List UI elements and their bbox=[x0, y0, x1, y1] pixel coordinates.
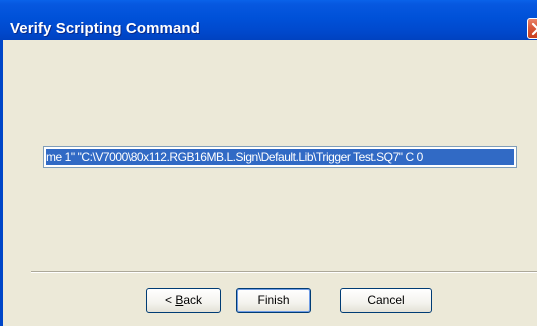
scripting-command-text: me 1" "C:\V7000\80x112.RGB16MB.L.Sign\De… bbox=[46, 150, 423, 164]
verify-scripting-command-dialog: Verify Scripting Command me 1" "C:\V7000… bbox=[0, 0, 537, 326]
button-separator bbox=[31, 271, 537, 273]
finish-button[interactable]: Finish bbox=[236, 288, 311, 313]
cancel-button[interactable]: Cancel bbox=[340, 288, 432, 313]
scripting-command-field[interactable]: me 1" "C:\V7000\80x112.RGB16MB.L.Sign\De… bbox=[43, 146, 517, 168]
window-title: Verify Scripting Command bbox=[10, 20, 200, 37]
back-button[interactable]: < Back bbox=[146, 288, 221, 313]
command-selection: me 1" "C:\V7000\80x112.RGB16MB.L.Sign\De… bbox=[46, 149, 514, 165]
close-button[interactable] bbox=[527, 18, 537, 39]
close-icon bbox=[531, 22, 537, 36]
back-button-label: ack bbox=[183, 293, 203, 307]
window-frame-left bbox=[0, 40, 3, 326]
back-button-prefix: < bbox=[164, 293, 176, 307]
title-bar[interactable]: Verify Scripting Command bbox=[0, 0, 537, 40]
